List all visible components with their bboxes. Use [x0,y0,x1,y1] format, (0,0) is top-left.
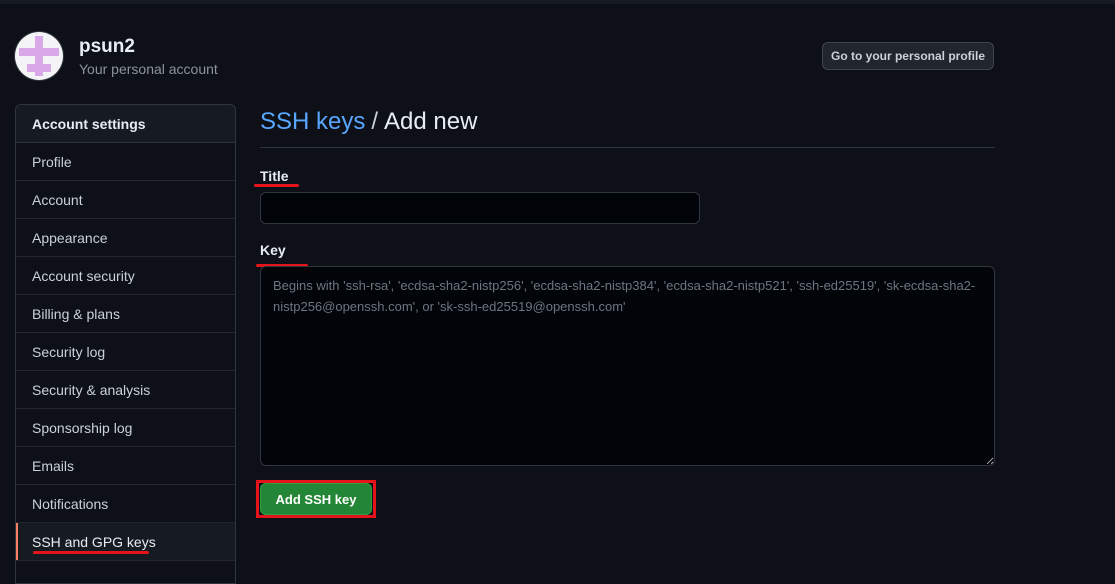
key-textarea[interactable] [260,266,995,466]
ssh-keys-breadcrumb-link[interactable]: SSH keys [260,108,365,135]
title-label: Title [260,168,289,184]
annotation-underline-ssh-gpg [33,551,149,554]
title-input[interactable] [260,192,700,224]
account-subtitle: Your personal account [79,61,218,77]
sidebar-item-account-security[interactable]: Account security [16,257,235,295]
avatar-pattern [43,64,51,72]
sidebar-item-sponsorship-log[interactable]: Sponsorship log [16,409,235,447]
go-to-profile-button[interactable]: Go to your personal profile [822,42,994,70]
avatar-pattern [19,48,59,56]
avatar-pattern [27,64,35,72]
key-label: Key [260,242,286,258]
sidebar-item-profile[interactable]: Profile [16,143,235,181]
sidebar-item-emails[interactable]: Emails [16,447,235,485]
add-ssh-key-button[interactable]: Add SSH key [260,483,372,515]
sidebar-item-billing[interactable]: Billing & plans [16,295,235,333]
sidebar-item-account[interactable]: Account [16,181,235,219]
breadcrumb-current: Add new [384,108,478,135]
account-name[interactable]: psun2 [79,36,135,58]
page-title: SSH keys / Add new [260,108,995,148]
settings-sidebar: Account settings Profile Account Appeara… [15,104,236,584]
sidebar-item-ssh-gpg-keys[interactable]: SSH and GPG keys [16,523,235,561]
sidebar-item-notifications[interactable]: Notifications [16,485,235,523]
top-bar [0,0,1115,4]
sidebar-item-security-analysis[interactable]: Security & analysis [16,371,235,409]
avatar[interactable] [15,32,63,80]
sidebar-header: Account settings [16,105,235,143]
breadcrumb-separator: / [371,108,379,135]
annotation-underline-title [254,184,299,187]
avatar-pattern [35,36,43,76]
sidebar-item-security-log[interactable]: Security log [16,333,235,371]
sidebar-item-appearance[interactable]: Appearance [16,219,235,257]
